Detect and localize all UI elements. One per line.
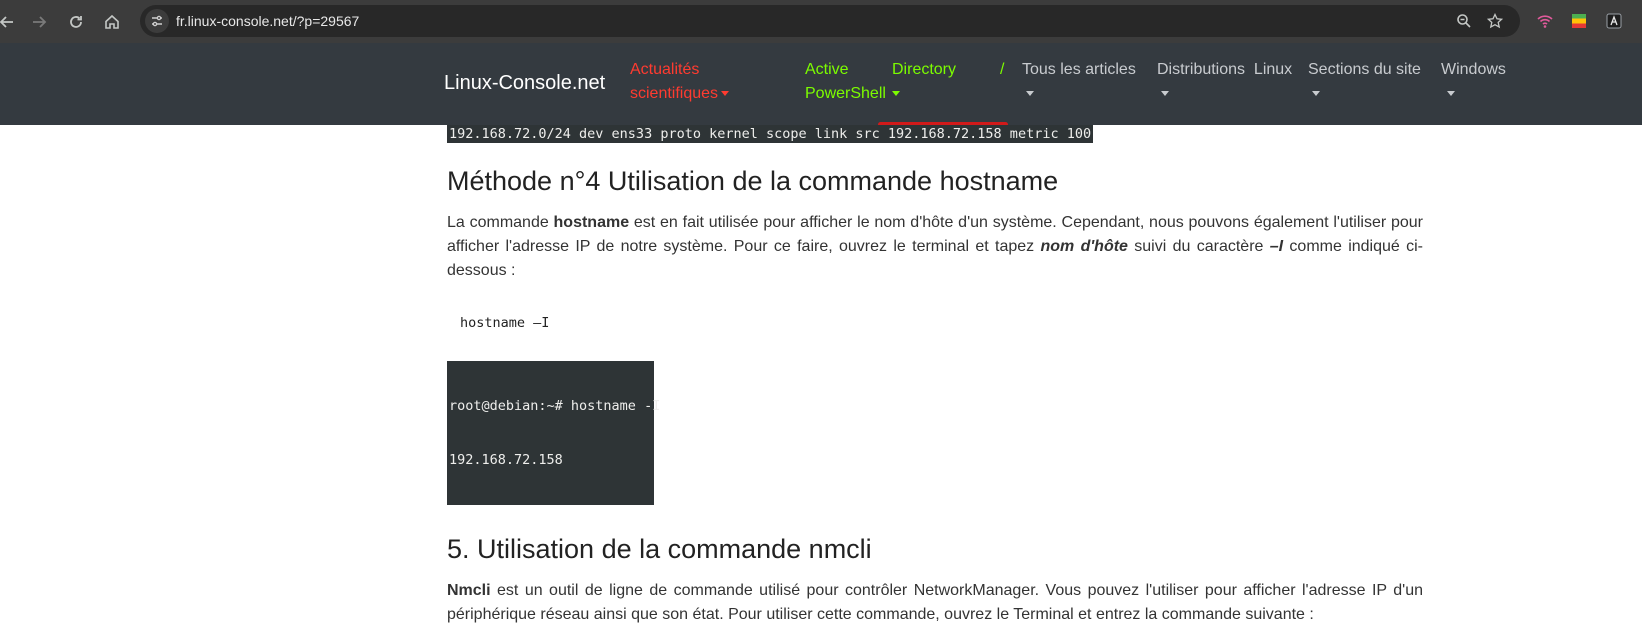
nav-windows[interactable]: Windows [1441,58,1506,106]
paragraph-hostname: La commande hostname est en fait utilisé… [447,211,1423,283]
nav-windows-label: Windows [1441,61,1506,78]
home-button[interactable] [99,9,125,35]
bold-hostname: hostname [553,214,630,231]
nav-sections-label: Sections du site [1308,61,1421,78]
bold-italic-flag: –I [1269,238,1284,255]
zoom-icon[interactable] [1454,11,1474,31]
bookmark-star-icon[interactable] [1485,11,1505,31]
address-bar[interactable]: fr.linux-console.net/?p=29567 [140,5,1520,37]
home-icon [105,14,119,29]
terminal-route-output: 192.168.72.0/24 dev ens33 proto kernel s… [447,125,1094,143]
dropdown-caret-icon [1161,91,1169,97]
nav-sections-du-site[interactable]: Sections du site [1308,58,1421,106]
text-span: La commande [447,214,554,231]
terminal-hostname-output: root@debian:~# hostname -I 192.168.72.15… [447,361,661,505]
nav-tous-les-articles[interactable]: Tous les articles [1022,58,1136,106]
code-block-hostname: hostname –I [460,315,550,331]
nav-actualites-line2: scientifiques [630,85,719,102]
nav-active-line1: Active [805,61,849,78]
site-brand-link[interactable]: Linux-Console.net [444,72,605,95]
nav-distrib-word2: Linux [1253,61,1293,78]
dropdown-caret-icon [1447,91,1455,97]
back-arrow-icon [0,16,13,28]
text-span: suivi du caractère [1127,238,1270,255]
dropdown-caret-icon [892,91,900,97]
dropdown-caret-icon [1312,91,1320,97]
paragraph-nmcli: Nmcli est un outil de ligne de commande … [447,579,1423,627]
nav-actualites-line1: Actualités [630,61,700,78]
terminal-prompt-line: root@debian:~# hostname -I [449,398,661,414]
article-content: 192.168.72.0/24 dev ens33 proto kernel s… [447,125,1423,627]
url-text: fr.linux-console.net/?p=29567 [176,13,360,29]
nav-distrib-word1: Distributions [1157,61,1246,78]
site-navbar: Linux-Console.net Actualités scientifiqu… [0,43,1642,125]
back-button[interactable] [0,9,20,35]
site-info-icon[interactable] [145,9,169,33]
nav-directory[interactable]: Directory [892,58,956,106]
extension-colorful-icon[interactable] [1569,11,1589,31]
reload-button[interactable] [63,9,89,35]
heading-method-4: Méthode n°4 Utilisation de la commande h… [447,166,1059,196]
nav-tous-label: Tous les articles [1022,61,1136,78]
nav-active-powershell[interactable]: Active PowerShell [805,58,886,106]
bold-nmcli: Nmcli [447,582,491,599]
extension-translate-icon[interactable] [1604,11,1624,31]
forward-button[interactable] [26,9,52,35]
forward-arrow-icon [33,16,47,28]
terminal-result-line: 192.168.72.158 [449,452,563,468]
heading-section-5: 5. Utilisation de la commande nmcli [447,534,872,564]
nav-slash: / [1000,61,1005,78]
nav-active-line2: PowerShell [805,85,886,102]
reload-icon [70,16,82,28]
bold-italic-nom-hote: nom d'hôte [1040,238,1128,255]
dropdown-caret-icon [721,91,730,97]
nav-distributions-linux[interactable]: Distributions Linux [1157,58,1292,106]
extension-wifi-icon[interactable] [1535,11,1555,31]
nav-directory-label: Directory [892,61,957,78]
nav-actualites-scientifiques[interactable]: Actualités scientifiques [630,58,730,106]
dropdown-caret-icon [1026,91,1034,97]
text-span: est un outil de ligne de commande utilis… [447,582,1423,623]
browser-toolbar: fr.linux-console.net/?p=29567 [0,0,1642,43]
